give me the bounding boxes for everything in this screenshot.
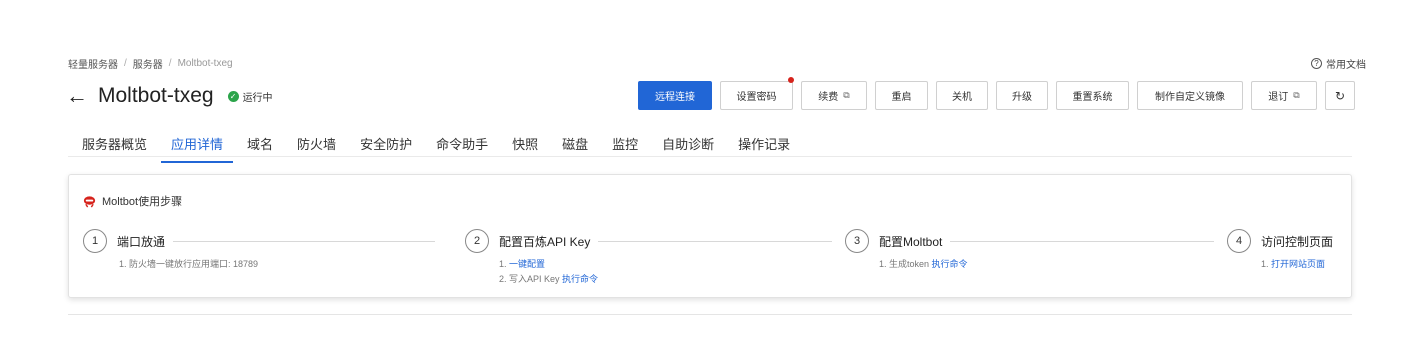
tab-9[interactable]: 自助诊断 xyxy=(650,128,726,163)
card-title: Moltbot使用步骤 xyxy=(102,196,183,208)
restart-button[interactable]: 重启 xyxy=(875,81,928,110)
tab-6[interactable]: 快照 xyxy=(500,128,550,163)
step-detail-text: 1. xyxy=(1261,259,1272,269)
tab-3[interactable]: 防火墙 xyxy=(285,128,348,163)
custom-image-button[interactable]: 制作自定义镜像 xyxy=(1137,81,1243,110)
status-badge: ✓ 运行中 xyxy=(227,89,273,104)
shutdown-button[interactable]: 关机 xyxy=(936,81,988,110)
one-click-config-link[interactable]: 一键配置 xyxy=(509,259,545,269)
step-title: 配置百炼API Key xyxy=(499,234,591,249)
section-divider xyxy=(68,314,1352,315)
reset-system-button[interactable]: 重置系统 xyxy=(1056,81,1129,110)
breadcrumb-separator: / xyxy=(168,58,172,69)
breadcrumb-item-server[interactable]: 服务器 xyxy=(133,56,163,71)
page: 轻量服务器 / 服务器 / Moltbot-txeg ? 常用文档 ← Molt… xyxy=(46,40,1368,340)
usage-steps-card: Moltbot使用步骤 1 端口放通 1. 防火墙一键放行应用端口: 18789… xyxy=(68,174,1352,298)
execute-command-link[interactable]: 执行命令 xyxy=(932,259,968,269)
step-detail: 1. 防火墙一键放行应用端口: 18789 xyxy=(119,257,435,270)
step-1: 1 端口放通 1. 防火墙一键放行应用端口: 18789 xyxy=(83,229,436,270)
step-detail: 2. 写入API Key 执行命令 xyxy=(499,272,832,285)
tab-4[interactable]: 安全防护 xyxy=(348,128,424,163)
unsubscribe-label: 退订 xyxy=(1268,92,1289,103)
set-password-button[interactable]: 设置密码 xyxy=(720,77,794,110)
docs-link-label: 常用文档 xyxy=(1326,60,1366,71)
unsubscribe-button[interactable]: 退订 ⧉ xyxy=(1251,81,1317,110)
step-connector xyxy=(598,240,833,242)
status-label: 运行中 xyxy=(242,92,273,104)
step-detail: 1. 一键配置 xyxy=(499,257,832,270)
title-row: ← Moltbot-txeg ✓ 运行中 xyxy=(66,84,273,108)
refresh-button[interactable]: ↻ xyxy=(1325,81,1355,110)
step-detail-text: 1. 生成token xyxy=(879,259,932,269)
check-circle-icon: ✓ xyxy=(227,90,239,102)
step-connector xyxy=(950,240,1215,242)
step-detail-text: 2. 写入API Key xyxy=(499,274,563,284)
notification-dot xyxy=(788,77,794,83)
card-header: Moltbot使用步骤 xyxy=(83,193,182,209)
shutdown-label: 关机 xyxy=(952,92,972,103)
open-website-link[interactable]: 打开网站页面 xyxy=(1271,259,1325,269)
step-number: 4 xyxy=(1227,229,1251,253)
tab-2[interactable]: 域名 xyxy=(235,128,285,163)
step-2: 2 配置百炼API Key 1. 一键配置 2. 写入API Key 执行命令 xyxy=(465,229,833,285)
step-4: 4 访问控制页面 1. 打开网站页面 xyxy=(1227,229,1333,270)
breadcrumb: 轻量服务器 / 服务器 / Moltbot-txeg xyxy=(68,56,233,71)
tab-8[interactable]: 监控 xyxy=(600,128,650,163)
external-link-icon: ⧉ xyxy=(843,90,850,100)
set-password-label: 设置密码 xyxy=(736,92,777,103)
tab-7[interactable]: 磁盘 xyxy=(550,128,600,163)
remote-connect-button[interactable]: 远程连接 xyxy=(638,81,712,110)
external-link-icon: ⧉ xyxy=(1293,90,1300,100)
step-title: 端口放通 xyxy=(117,234,166,249)
step-detail: 1. 打开网站页面 xyxy=(1261,257,1333,270)
step-3: 3 配置Moltbot 1. 生成token 执行命令 xyxy=(845,229,1215,270)
step-detail-text: 1. 防火墙一键放行应用端口: 18789 xyxy=(119,259,259,269)
renew-button[interactable]: 续费 ⧉ xyxy=(801,81,867,110)
arrow-left-icon[interactable]: ← xyxy=(66,85,88,107)
upgrade-button[interactable]: 升级 xyxy=(996,81,1048,110)
reset-system-label: 重置系统 xyxy=(1072,92,1113,103)
step-connector xyxy=(173,240,436,242)
step-number: 1 xyxy=(83,229,107,253)
tab-5[interactable]: 命令助手 xyxy=(424,128,500,163)
step-title: 配置Moltbot xyxy=(879,234,943,249)
step-title: 访问控制页面 xyxy=(1261,234,1334,249)
renew-label: 续费 xyxy=(818,92,839,103)
tab-1[interactable]: 应用详情 xyxy=(159,128,235,163)
tab-0[interactable]: 服务器概览 xyxy=(70,128,159,163)
upgrade-label: 升级 xyxy=(1012,92,1032,103)
moltbot-logo-icon xyxy=(83,195,96,207)
tab-divider xyxy=(68,156,1352,157)
breadcrumb-item-current: Moltbot-txeg xyxy=(177,58,233,69)
breadcrumb-item-lightweight-server[interactable]: 轻量服务器 xyxy=(68,56,118,71)
tab-10[interactable]: 操作记录 xyxy=(726,128,802,163)
step-detail-text: 1. xyxy=(499,259,510,269)
breadcrumb-separator: / xyxy=(124,58,127,69)
docs-link[interactable]: ? 常用文档 xyxy=(1311,56,1366,71)
restart-label: 重启 xyxy=(891,92,912,103)
remote-connect-label: 远程连接 xyxy=(655,92,695,103)
step-detail: 1. 生成token 执行命令 xyxy=(879,257,1214,270)
step-number: 3 xyxy=(845,229,869,253)
toolbar: 远程连接 设置密码 续费 ⧉ 重启 关机 升级 重置系统 制作自定义镜像 退订 ⧉ … xyxy=(638,77,1355,110)
tab-bar: 服务器概览 应用详情 域名 防火墙 安全防护 命令助手 快照 磁盘 监控 自助诊断 操作记录 xyxy=(70,128,802,163)
custom-image-label: 制作自定义镜像 xyxy=(1155,92,1225,103)
page-title: Moltbot-txeg xyxy=(98,84,214,107)
execute-command-link[interactable]: 执行命令 xyxy=(562,274,598,284)
step-number: 2 xyxy=(465,229,489,253)
question-circle-icon: ? xyxy=(1311,58,1322,69)
refresh-icon: ↻ xyxy=(1334,88,1346,103)
